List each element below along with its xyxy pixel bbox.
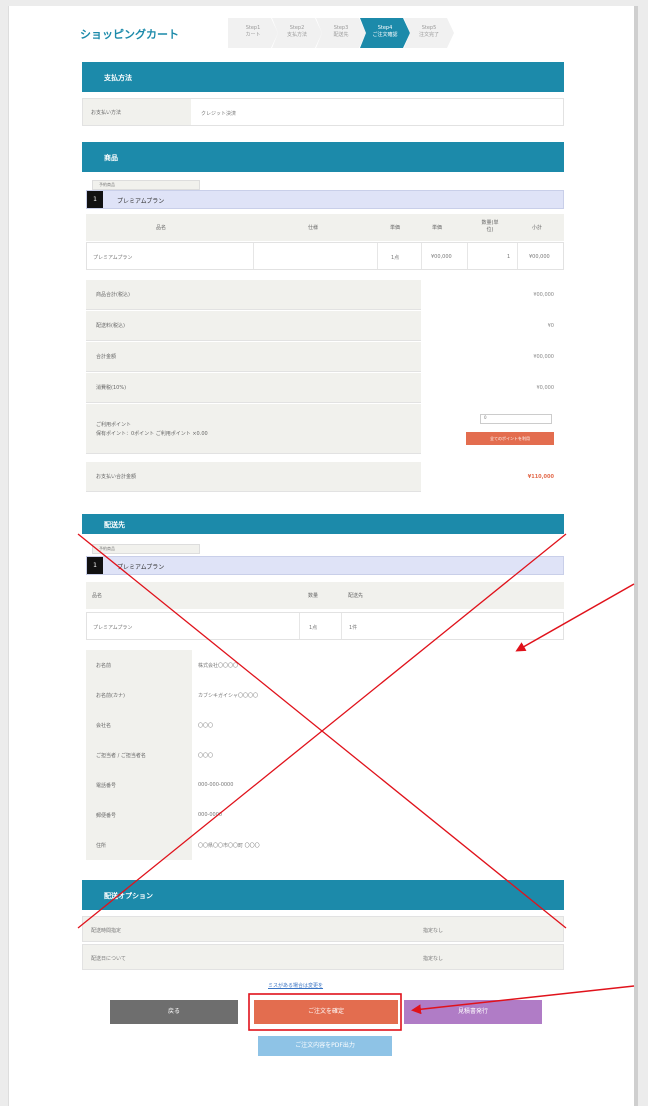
annotation-overlay [77,533,635,1031]
arrow-to-shipping [515,583,635,652]
highlight-confirm-box [248,993,402,1031]
arrow-to-confirm [411,985,635,1015]
